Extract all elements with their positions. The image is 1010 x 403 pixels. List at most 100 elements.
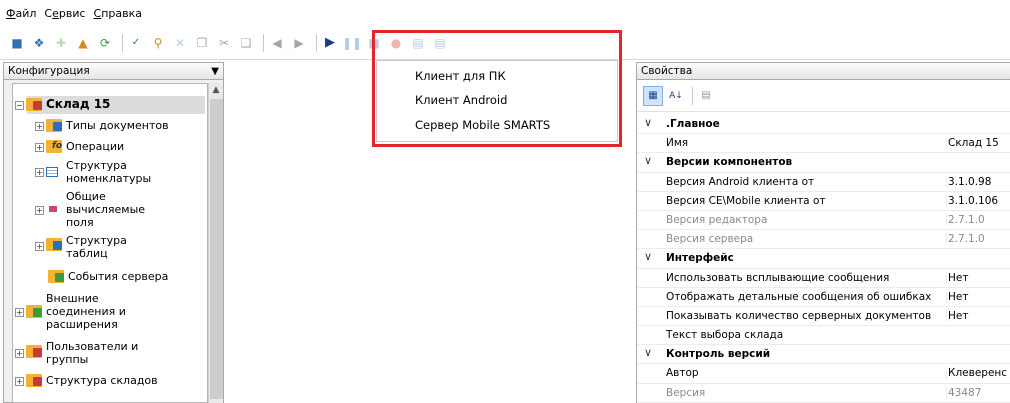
delete-icon[interactable]: ▲ <box>74 34 92 52</box>
highlight-annotation <box>372 30 622 147</box>
expand-icon[interactable]: + <box>35 122 44 131</box>
property-value[interactable]: Клеверенс <box>946 367 1010 380</box>
menu-help[interactable]: Справка <box>94 7 142 20</box>
property-row[interactable]: Показывать количество серверных документ… <box>637 307 1010 327</box>
properties-title: Свойства <box>641 65 693 77</box>
property-value[interactable]: 2.7.1.0 <box>946 233 1010 246</box>
expand-icon[interactable]: + <box>35 242 44 251</box>
tree-item-label-line: расширения <box>46 318 118 331</box>
expand-icon[interactable]: + <box>35 206 44 215</box>
cut-icon[interactable]: ✂ <box>215 34 233 52</box>
property-category[interactable]: ∨ Интерфейс <box>637 249 1010 269</box>
run-icon[interactable]: ▶ <box>321 34 339 52</box>
property-pages-icon[interactable]: ▤ <box>696 86 716 106</box>
property-row[interactable]: Имя Склад 15 <box>637 134 1010 154</box>
property-value[interactable]: 3.1.0.98 <box>946 175 1010 188</box>
add-icon[interactable]: ✚ <box>52 34 70 52</box>
menu-help-label: правка <box>101 6 143 20</box>
menu-service[interactable]: Сервис <box>44 7 85 20</box>
tree-item-doc-types[interactable]: + Типы документов <box>35 119 169 133</box>
users-icon <box>26 345 42 359</box>
tree-item-label: Операции <box>66 140 125 153</box>
tree-scrollbar[interactable]: ▲ <box>208 83 223 403</box>
document-types-icon <box>46 119 62 133</box>
tree-item-calc-fields[interactable]: + Общие вычисляемые поля <box>35 190 145 229</box>
tree-item-label-line: Структура <box>66 234 127 247</box>
paste-icon[interactable]: ❏ <box>237 34 255 52</box>
expand-icon[interactable]: + <box>15 377 24 386</box>
tree-item-operations[interactable]: + fo Операции <box>35 140 124 154</box>
tree-item-server-events[interactable]: События сервера <box>48 270 168 284</box>
menu-file[interactable]: Файл <box>6 7 36 20</box>
property-value[interactable]: Нет <box>946 290 1010 303</box>
property-row[interactable]: Версия CE\Mobile клиента от 3.1.0.106 <box>637 192 1010 211</box>
scroll-up-icon[interactable]: ▲ <box>209 83 223 97</box>
pin-icon[interactable]: ▼ <box>211 66 219 77</box>
property-row[interactable]: Использовать всплывающие сообщения Нет <box>637 269 1010 288</box>
property-row[interactable]: Версия редактора 2.7.1.0 <box>637 211 1010 231</box>
tree-item-root[interactable]: − Склад 15 <box>15 98 110 112</box>
tree-item-warehouses[interactable]: + Структура складов <box>15 374 158 388</box>
tree-item-label: Пользователи и группы <box>46 340 138 366</box>
tree-item-tables[interactable]: + Структура таблиц <box>35 234 127 260</box>
expand-icon[interactable]: + <box>15 308 24 317</box>
property-key: Имя <box>666 137 689 150</box>
property-category[interactable]: ∨ Версии компонентов <box>637 153 1010 173</box>
property-category-label: Интерфейс <box>666 252 734 265</box>
configuration-panel-header: Конфигурация ▼ <box>4 63 223 80</box>
tree-item-label: Структура складов <box>46 374 158 387</box>
chevron-down-icon[interactable]: ∨ <box>644 250 652 263</box>
property-value[interactable]: Нет <box>946 271 1010 284</box>
property-value[interactable]: 43487 <box>946 386 1010 399</box>
tree-item-users[interactable]: + Пользователи и группы <box>15 340 138 366</box>
copy-icon[interactable]: ❐ <box>193 34 211 52</box>
toolbar-separator <box>122 33 123 52</box>
save-icon[interactable]: ■ <box>8 34 26 52</box>
chevron-down-icon[interactable]: ∨ <box>644 346 652 359</box>
expand-icon[interactable]: + <box>35 143 44 152</box>
close-icon[interactable]: ✕ <box>171 34 189 52</box>
tree-item-label: Внешние соединения и расширения <box>46 292 126 331</box>
sort-az-icon[interactable]: A↓ <box>666 86 686 106</box>
tree-item-label-line: группы <box>46 353 89 366</box>
property-row[interactable]: Версия Android клиента от 3.1.0.98 <box>637 173 1010 192</box>
property-row[interactable]: Текст выбора склада <box>637 326 1010 346</box>
expand-icon[interactable]: + <box>15 349 24 358</box>
chevron-down-icon[interactable]: ∨ <box>644 154 652 167</box>
property-value[interactable]: 3.1.0.106 <box>946 194 1010 207</box>
property-value[interactable]: Склад 15 <box>946 137 1010 150</box>
configuration-tree: − Склад 15 + Типы документов + fo Операц… <box>12 83 208 403</box>
expand-icon[interactable]: + <box>35 168 44 177</box>
tree-item-nomenclature[interactable]: + Структура номенклатуры <box>35 159 151 185</box>
property-key: Текст выбора склада <box>666 329 784 342</box>
search-icon[interactable]: ⚲ <box>149 34 167 52</box>
refresh-icon[interactable]: ⟳ <box>96 34 114 52</box>
property-value[interactable]: Нет <box>946 309 1010 322</box>
property-row[interactable]: Отображать детальные сообщения об ошибка… <box>637 288 1010 307</box>
chevron-down-icon[interactable]: ∨ <box>644 116 652 129</box>
scrollbar-thumb[interactable] <box>210 99 223 399</box>
back-icon[interactable]: ◀ <box>268 34 286 52</box>
property-row[interactable]: Версия 43487 <box>637 384 1010 403</box>
tree-item-extensions[interactable]: + Внешние соединения и расширения <box>15 292 126 331</box>
property-category[interactable]: ∨ Контроль версий <box>637 345 1010 365</box>
menu-bar: Файл Сервис Справка <box>0 0 1010 26</box>
spellcheck-icon[interactable]: ✓ <box>127 34 145 52</box>
categorized-icon[interactable]: ▦ <box>643 85 663 106</box>
warehouses-icon <box>26 374 42 388</box>
forward-icon[interactable]: ▶ <box>290 34 308 52</box>
menu-service-label-start: С <box>44 6 53 20</box>
property-row[interactable]: Автор Клеверенс <box>637 364 1010 384</box>
tree-item-label-line: Внешние <box>46 292 99 305</box>
property-key: Отображать детальные сообщения об ошибка… <box>666 290 932 303</box>
collapse-icon[interactable]: − <box>15 101 24 110</box>
toolbar-separator <box>316 33 317 52</box>
property-category-label: .Главное <box>666 118 720 130</box>
property-category[interactable]: ∨ .Главное <box>637 115 1010 135</box>
save-all-icon[interactable]: ❖ <box>30 34 48 52</box>
folder-icon <box>26 98 42 112</box>
tree-item-label: События сервера <box>68 270 169 283</box>
pause-icon[interactable]: ❚❚ <box>342 34 362 52</box>
property-row[interactable]: Версия сервера 2.7.1.0 <box>637 230 1010 250</box>
property-value[interactable]: 2.7.1.0 <box>946 213 1010 226</box>
